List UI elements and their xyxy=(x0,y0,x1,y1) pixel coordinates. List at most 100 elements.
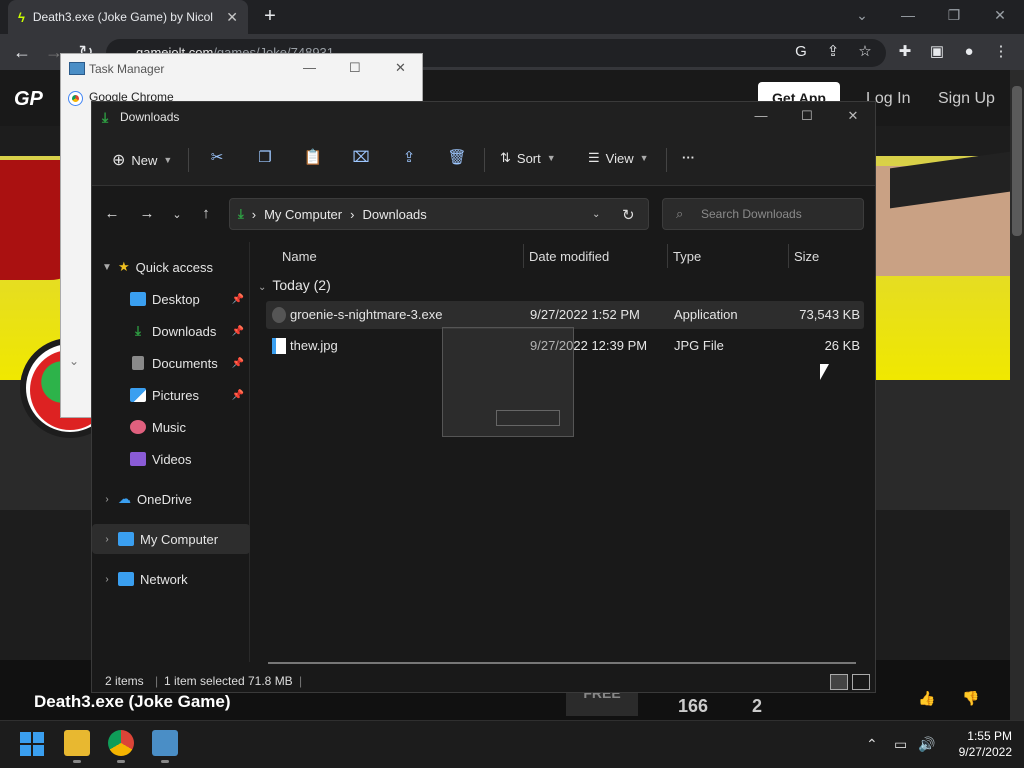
network-status-icon[interactable]: ▭ xyxy=(894,736,907,753)
explorer-close-button[interactable]: ✕ xyxy=(838,108,868,124)
column-divider[interactable] xyxy=(523,244,524,268)
column-header-type[interactable]: Type xyxy=(673,242,701,272)
sort-icon: ⇅ xyxy=(500,150,511,165)
sidebar-item-label: Music xyxy=(152,419,186,435)
tm-maximize-button[interactable]: ☐ xyxy=(349,60,361,76)
chevron-right-icon[interactable]: › xyxy=(100,574,114,585)
cut-icon[interactable]: ✂ xyxy=(207,148,227,168)
google-lens-icon[interactable]: G xyxy=(790,41,812,63)
chevron-right-icon[interactable]: › xyxy=(100,534,114,545)
horizontal-scrollbar[interactable] xyxy=(268,662,856,664)
profile-icon[interactable]: ● xyxy=(958,41,980,63)
star-icon: ★ xyxy=(118,259,130,274)
windows-start-icon[interactable] xyxy=(20,732,44,756)
more-options-button[interactable]: ··· xyxy=(682,150,695,165)
breadcrumb-downloads[interactable]: Downloads xyxy=(362,207,426,222)
downloads-icon: ⤓ xyxy=(135,323,141,338)
file-size: 73,543 KB xyxy=(799,307,860,322)
sidebar-item-my-computer[interactable]: › My Computer xyxy=(92,524,250,554)
back-icon[interactable]: ← xyxy=(102,205,122,222)
tab-close-icon[interactable]: ✕ xyxy=(226,9,238,26)
sidebar-item-documents[interactable]: Documents 📌 xyxy=(92,348,250,378)
sidebar-item-pictures[interactable]: Pictures 📌 xyxy=(92,380,250,410)
share-icon[interactable]: ⇪ xyxy=(399,148,419,168)
pictures-icon xyxy=(130,388,146,402)
thumbs-up-icon[interactable]: 👍 xyxy=(918,690,935,707)
up-icon[interactable]: ↑ xyxy=(196,205,216,222)
sidebar-item-desktop[interactable]: Desktop 📌 xyxy=(92,284,250,314)
sign-up-link[interactable]: Sign Up xyxy=(938,90,995,108)
bookmark-star-icon[interactable]: ☆ xyxy=(854,41,876,63)
browser-minimize-button[interactable]: — xyxy=(892,4,924,26)
sidebar-item-downloads[interactable]: ⤓ Downloads 📌 xyxy=(92,316,250,346)
side-panel-icon[interactable]: ▣ xyxy=(926,41,948,63)
file-explorer-window[interactable]: ⤓ Downloads — ☐ ✕ ⊕ New ▼ ✂ ❐ 📋 ⌧ ⇪ 🗑 ⇅ … xyxy=(91,101,876,693)
pin-icon: 📌 xyxy=(231,389,244,401)
tm-expand-chevron-icon[interactable]: ⌄ xyxy=(69,354,79,368)
pin-icon: 📌 xyxy=(231,357,244,369)
browser-restore-button[interactable]: ❐ xyxy=(938,4,970,26)
show-hidden-icons-chevron-icon[interactable]: ⌃ xyxy=(866,736,878,753)
tm-minimize-button[interactable]: — xyxy=(303,60,316,75)
details-view-icon[interactable] xyxy=(830,674,848,690)
column-header-date-modified[interactable]: Date modified xyxy=(529,242,609,272)
chrome-menu-icon[interactable]: ⋮ xyxy=(990,41,1012,63)
paste-icon[interactable]: 📋 xyxy=(303,148,323,168)
column-header-size[interactable]: Size xyxy=(794,242,819,272)
page-scrollbar-thumb[interactable] xyxy=(1012,86,1022,236)
thumbs-down-icon[interactable]: 👎 xyxy=(962,690,979,707)
forward-icon[interactable]: → xyxy=(137,205,157,222)
column-divider[interactable] xyxy=(667,244,668,268)
sort-button[interactable]: ⇅ Sort ▼ xyxy=(500,150,556,166)
network-icon xyxy=(118,572,134,586)
tm-close-button[interactable]: ✕ xyxy=(395,60,406,76)
volume-icon[interactable]: 🔊 xyxy=(918,736,935,753)
file-explorer-icon[interactable] xyxy=(64,730,90,756)
browser-close-button[interactable]: ✕ xyxy=(984,4,1016,26)
recent-locations-icon[interactable]: ⌄ xyxy=(167,208,187,221)
view-icon: ☰ xyxy=(588,150,600,165)
sidebar-quick-access[interactable]: ▼ ★ Quick access xyxy=(92,252,250,282)
tiles-view-icon[interactable] xyxy=(852,674,870,690)
new-tab-button[interactable]: + xyxy=(258,4,282,28)
sidebar-item-onedrive[interactable]: › ☁ OneDrive xyxy=(92,484,250,514)
column-divider[interactable] xyxy=(788,244,789,268)
breadcrumb-separator: › xyxy=(251,206,257,222)
address-dropdown-icon[interactable]: ⌄ xyxy=(592,209,600,220)
task-manager-taskbar-icon[interactable] xyxy=(152,730,178,756)
share-icon[interactable]: ⇪ xyxy=(822,41,844,63)
explorer-minimize-button[interactable]: — xyxy=(746,108,776,123)
group-header-today[interactable]: ⌄ Today (2) xyxy=(258,277,331,293)
chevron-down-icon[interactable]: ▼ xyxy=(100,262,114,273)
app-running-indicator xyxy=(73,760,81,763)
chevron-right-icon[interactable]: › xyxy=(100,494,114,505)
breadcrumb-separator: › xyxy=(350,206,355,222)
browser-tab[interactable]: ϟ Death3.exe (Joke Game) by Nicol ✕ xyxy=(8,0,248,34)
extensions-icon[interactable]: ✚ xyxy=(894,41,916,63)
view-button[interactable]: ☰ View ▼ xyxy=(588,150,649,166)
sidebar-item-videos[interactable]: Videos xyxy=(92,444,250,474)
refresh-icon[interactable]: ↻ xyxy=(622,206,635,224)
address-bar[interactable]: ⤓ › My Computer › Downloads ⌄ xyxy=(229,198,649,230)
chevron-down-icon: ▼ xyxy=(546,153,556,163)
taskbar-clock[interactable]: 1:55 PM 9/27/2022 xyxy=(944,728,1012,760)
sidebar-item-label: Desktop xyxy=(152,291,200,307)
breadcrumb-my-computer[interactable]: My Computer xyxy=(264,207,342,222)
search-input[interactable]: Search Downloads xyxy=(662,198,864,230)
column-header-name[interactable]: Name xyxy=(282,242,317,272)
comments-count: 2 xyxy=(752,696,763,716)
rename-icon[interactable]: ⌧ xyxy=(351,148,371,168)
chrome-taskbar-icon[interactable] xyxy=(108,730,134,756)
sidebar-item-music[interactable]: Music xyxy=(92,412,250,442)
explorer-maximize-button[interactable]: ☐ xyxy=(792,108,822,124)
copy-icon[interactable]: ❐ xyxy=(255,148,275,168)
sidebar-item-label: Quick access xyxy=(135,259,213,275)
file-row[interactable]: groenie-s-nightmare-3.exe 9/27/2022 1:52… xyxy=(266,301,864,329)
sidebar-item-network[interactable]: › Network xyxy=(92,564,250,594)
new-button[interactable]: ⊕ New ▼ xyxy=(112,150,172,170)
delete-icon[interactable]: 🗑 xyxy=(447,148,467,168)
tab-search-icon[interactable]: ⌄ xyxy=(846,4,878,26)
gamejolt-logo[interactable]: GP xyxy=(14,88,43,111)
back-icon[interactable]: ← xyxy=(10,40,34,64)
file-type: JPG File xyxy=(674,338,724,353)
